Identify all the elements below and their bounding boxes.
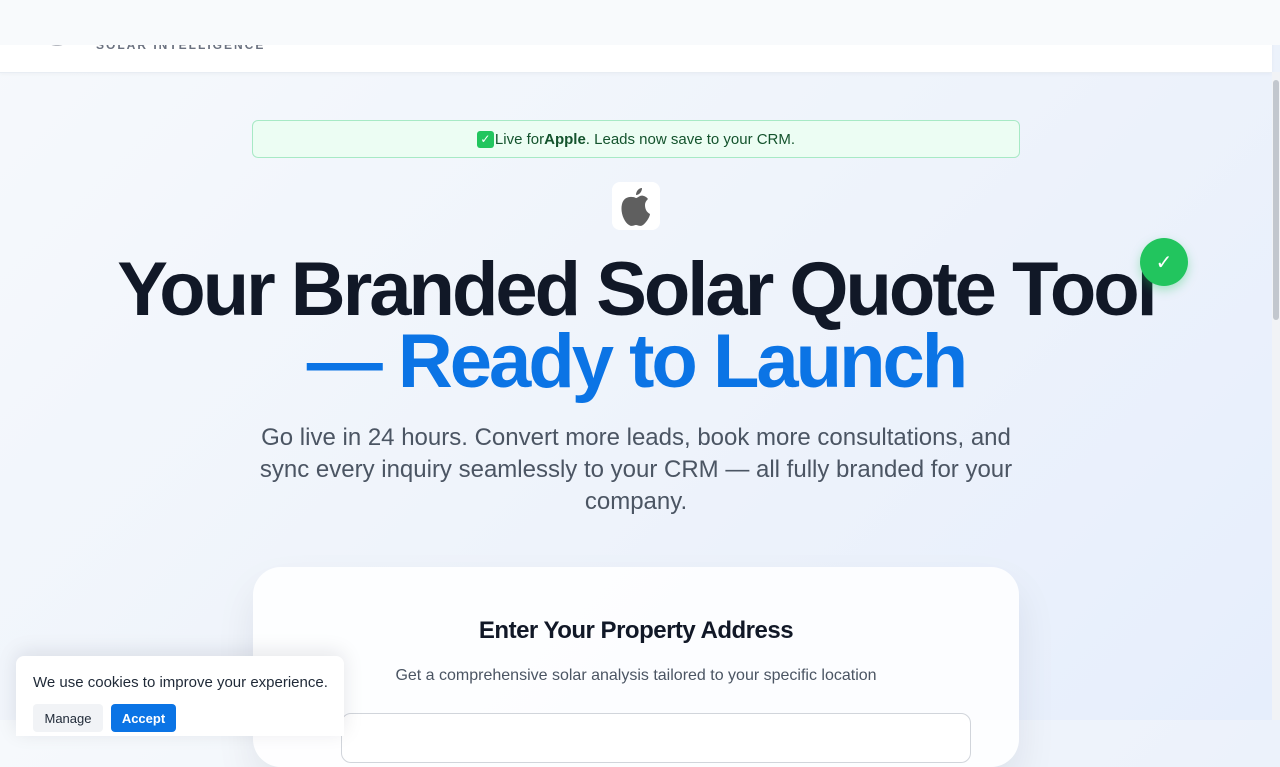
accept-cookies-button[interactable]: Accept [111, 704, 176, 732]
scrollbar-thumb[interactable] [1273, 80, 1279, 320]
banner-company: Apple [544, 130, 586, 148]
card-subtitle: Get a comprehensive solar analysis tailo… [395, 667, 877, 684]
banner-prefix: Live for [494, 130, 545, 148]
live-status-banner: ✓ Live for Apple . Leads now save to you… [252, 120, 1020, 158]
card-title: Enter Your Property Address [478, 617, 794, 644]
verified-check-icon: ✓ [1140, 238, 1188, 286]
address-card: Enter Your Property Address Get a compre… [253, 567, 1019, 767]
check-icon: ✓ [476, 130, 494, 148]
banner-suffix: . Leads now save to your CRM. [585, 130, 796, 148]
manage-cookies-button[interactable]: Manage [33, 704, 103, 732]
cookie-banner: We use cookies to improve your experienc… [16, 656, 344, 736]
hero-subtext: Go live in 24 hours. Convert more leads,… [259, 424, 1013, 515]
browser-top-strip [0, 0, 1280, 45]
hero-heading-line1: Your Branded Solar Quote Tool [117, 247, 1158, 332]
hero-heading-line2: — Ready to Launch [306, 319, 968, 404]
apple-logo-icon [612, 182, 660, 230]
cookie-message: We use cookies to improve your experienc… [33, 674, 328, 691]
address-input[interactable] [341, 713, 971, 763]
